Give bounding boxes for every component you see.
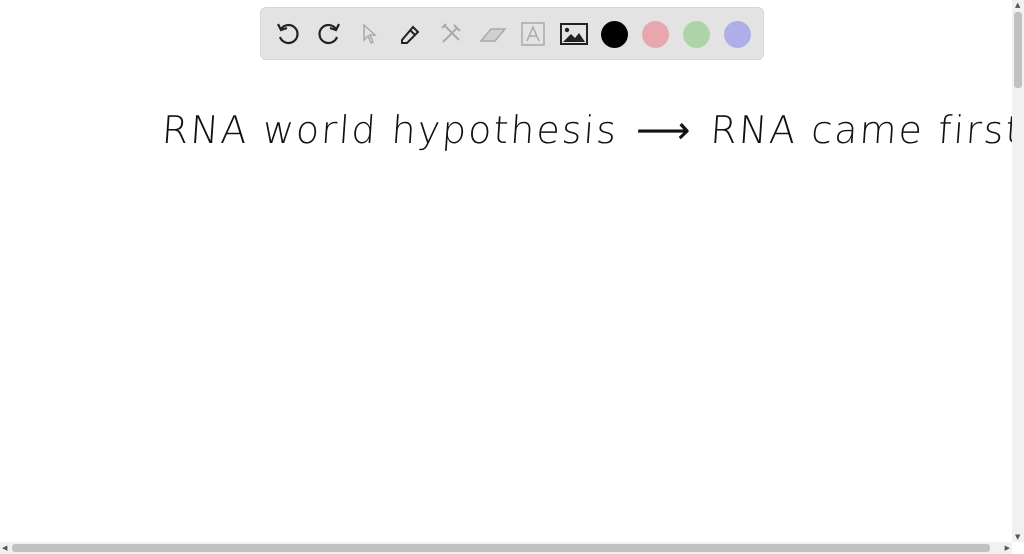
color-green-swatch[interactable] xyxy=(683,21,710,48)
horizontal-scrollbar[interactable]: ◀ ▶ xyxy=(0,542,1012,554)
arrow-glyph: ⟶ xyxy=(634,108,695,152)
note-right-text: RNA came first xyxy=(709,108,1024,152)
image-icon xyxy=(560,23,588,45)
select-button[interactable] xyxy=(356,20,384,48)
scroll-down-arrow-icon[interactable]: ▼ xyxy=(1015,533,1020,541)
text-icon xyxy=(521,22,545,46)
undo-icon xyxy=(277,23,299,45)
horizontal-scroll-thumb[interactable] xyxy=(12,544,990,552)
eraser-button[interactable] xyxy=(479,20,507,48)
scroll-left-arrow-icon[interactable]: ◀ xyxy=(2,544,7,552)
note-left-text: RNA world hypothesis xyxy=(160,108,620,152)
eraser-icon xyxy=(479,28,507,42)
redo-icon xyxy=(318,23,340,45)
pen-icon xyxy=(401,25,420,44)
drawing-toolbar xyxy=(260,7,764,60)
vertical-scroll-thumb[interactable] xyxy=(1014,12,1022,88)
text-button[interactable] xyxy=(519,20,547,48)
redo-button[interactable] xyxy=(315,20,343,48)
tools-icon xyxy=(441,23,461,43)
pen-button[interactable] xyxy=(396,20,424,48)
color-purple-swatch[interactable] xyxy=(724,21,751,48)
color-black-swatch[interactable] xyxy=(601,21,628,48)
tools-button[interactable] xyxy=(437,20,465,48)
undo-button[interactable] xyxy=(274,20,302,48)
scroll-right-arrow-icon[interactable]: ▶ xyxy=(1005,544,1010,552)
select-icon xyxy=(363,23,377,45)
vertical-scrollbar[interactable]: ▲ ▼ xyxy=(1012,0,1024,542)
handwritten-note: RNA world hypothesis ⟶ RNA came first xyxy=(160,108,1024,152)
color-pink-swatch[interactable] xyxy=(642,21,669,48)
scroll-up-arrow-icon[interactable]: ▲ xyxy=(1015,1,1020,9)
image-button[interactable] xyxy=(560,20,588,48)
